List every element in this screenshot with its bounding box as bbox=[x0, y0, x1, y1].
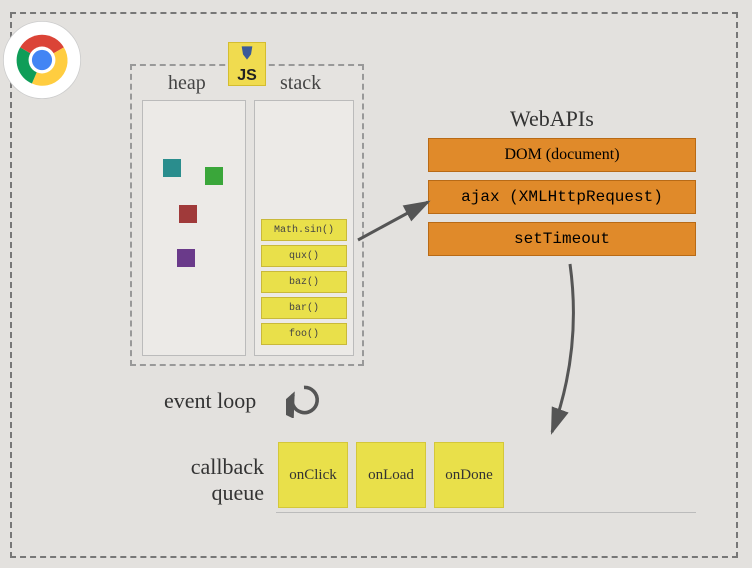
loop-icon bbox=[286, 382, 322, 418]
stack-frame: bar() bbox=[261, 297, 347, 319]
webapi-box: setTimeout bbox=[428, 222, 696, 256]
heap-object bbox=[177, 249, 195, 267]
stack-box: Math.sin() qux() baz() bar() foo() bbox=[254, 100, 354, 356]
js-runtime-box: heap stack Math.sin() qux() baz() bar() foo(… bbox=[130, 64, 364, 366]
webapi-box: ajax (XMLHttpRequest) bbox=[428, 180, 696, 214]
v8-shield-icon bbox=[240, 45, 254, 61]
arrow-stack-to-webapi bbox=[356, 196, 434, 246]
webapi-box: DOM (document) bbox=[428, 138, 696, 172]
heap-object bbox=[205, 167, 223, 185]
heap-box bbox=[142, 100, 246, 356]
js-badge-text: JS bbox=[237, 67, 257, 85]
queue-item: onClick bbox=[278, 442, 348, 508]
chrome-icon bbox=[0, 18, 84, 102]
heap-label: heap bbox=[168, 72, 206, 95]
queue-underline bbox=[276, 512, 696, 513]
stack-frame: foo() bbox=[261, 323, 347, 345]
stack-frame: baz() bbox=[261, 271, 347, 293]
heap-object bbox=[163, 159, 181, 177]
heap-object bbox=[179, 205, 197, 223]
stack-label: stack bbox=[280, 72, 321, 95]
callback-queue-label: callbackqueue bbox=[164, 454, 264, 507]
queue-item: onDone bbox=[434, 442, 504, 508]
arrow-webapi-to-queue bbox=[540, 260, 600, 440]
queue-item: onLoad bbox=[356, 442, 426, 508]
stack-frame: Math.sin() bbox=[261, 219, 347, 241]
js-badge: JS bbox=[228, 42, 266, 86]
stack-frame: qux() bbox=[261, 245, 347, 267]
webapis-title: WebAPIs bbox=[510, 106, 594, 132]
event-loop-label: event loop bbox=[164, 388, 256, 414]
